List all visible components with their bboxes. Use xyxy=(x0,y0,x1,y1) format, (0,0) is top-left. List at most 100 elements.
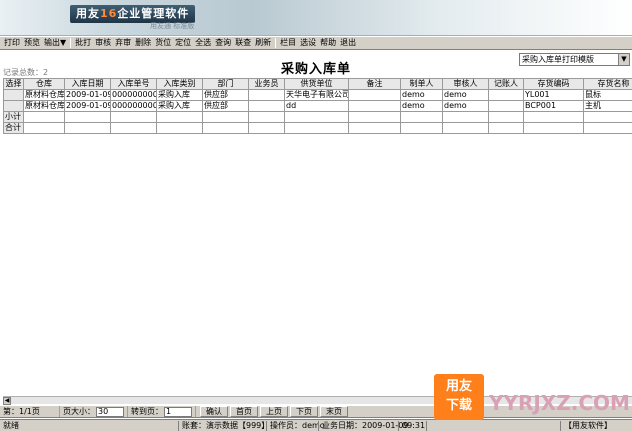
cell-supplier: dd xyxy=(284,100,349,112)
toolbar-locate[interactable]: 定位 xyxy=(173,37,193,49)
cell-date: 2009-01-09 xyxy=(64,100,111,112)
column-header-date[interactable]: 入库日期 xyxy=(64,78,111,90)
column-header-receipt-type[interactable]: 入库类别 xyxy=(156,78,203,90)
toolbar-columns[interactable]: 栏目 xyxy=(278,37,298,49)
column-header-item-code[interactable]: 存货编码 xyxy=(523,78,584,90)
cell-department: 供应部 xyxy=(202,100,249,112)
toolbar-location[interactable]: 货位 xyxy=(153,37,173,49)
column-header-receipt-no[interactable]: 入库单号 xyxy=(110,78,157,90)
confirm-button[interactable]: 确认 xyxy=(200,406,228,417)
toolbar-select-all[interactable]: 全选 xyxy=(193,37,213,49)
row-select-cell[interactable] xyxy=(3,100,24,112)
toolbar: 打印 预览 输出▼ 批打 审核 弃审 删除 货位 定位 全选 查询 联查 刷新 … xyxy=(0,37,632,50)
cell-salesperson xyxy=(248,100,285,112)
last-page-button[interactable]: 末页 xyxy=(320,406,348,417)
first-page-button[interactable]: 首页 xyxy=(230,406,258,417)
column-header-approver[interactable]: 审核人 xyxy=(442,78,489,90)
toolbar-export[interactable]: 输出▼ xyxy=(42,37,68,49)
subtotal-label: 小计 xyxy=(3,111,24,123)
status-time: 09:31 xyxy=(398,420,426,431)
table-row[interactable]: 原材料仓库 2009-01-09 0000000002 采购入库 供应部 dd … xyxy=(3,100,632,112)
page-title: 采购入库单 xyxy=(280,62,351,77)
table-row[interactable]: 原材料仓库 2009-01-09 0000000001 采购入库 供应部 天华电… xyxy=(3,89,632,101)
cell-item-code: BCP001 xyxy=(523,100,584,112)
toolbar-settings[interactable]: 选设 xyxy=(298,37,318,49)
horizontal-scrollbar[interactable]: ◀ xyxy=(3,396,632,405)
pager-bar: 第：1/1页 页大小： 转到页： 确认 首页 上页 下页 末页 xyxy=(0,405,632,418)
cell-date: 2009-01-09 xyxy=(64,89,111,101)
cell-salesperson xyxy=(248,89,285,101)
cell-creator: demo xyxy=(400,89,443,101)
toolbar-help[interactable]: 帮助 xyxy=(318,37,338,49)
status-bar: 就绪 账套：演示数据【999】 操作员：demo 业务日期：2009-01-09… xyxy=(0,419,632,431)
toolbar-unapprove[interactable]: 弃审 xyxy=(113,37,133,49)
column-header-remarks[interactable]: 备注 xyxy=(348,78,401,90)
toolbar-query[interactable]: 查询 xyxy=(213,37,233,49)
cell-remarks xyxy=(348,89,401,101)
goto-page-input[interactable] xyxy=(164,406,192,417)
cell-receipt-type: 采购入库 xyxy=(156,89,203,101)
toolbar-refresh[interactable]: 刷新 xyxy=(253,37,273,49)
cell-warehouse: 原材料仓库 xyxy=(23,100,65,112)
toolbar-linked-query[interactable]: 联查 xyxy=(233,37,253,49)
toolbar-print[interactable]: 打印 xyxy=(2,37,22,49)
toolbar-batch-print[interactable]: 批打 xyxy=(73,37,93,49)
pager-buttons: 确认 首页 上页 下页 末页 xyxy=(196,406,352,417)
status-ready: 就绪 xyxy=(3,420,19,430)
grid-header-row: 选择 仓库 入库日期 入库单号 入库类别 部门 业务员 供货单位 备注 制单人 … xyxy=(3,78,632,90)
cell-warehouse: 原材料仓库 xyxy=(23,89,65,101)
toolbar-exit[interactable]: 退出 xyxy=(338,37,358,49)
cell-creator: demo xyxy=(400,100,443,112)
cell-receipt-no: 0000000001 xyxy=(110,89,157,101)
column-header-creator[interactable]: 制单人 xyxy=(400,78,443,90)
status-account: 账套：演示数据【999】 xyxy=(178,420,269,431)
prev-page-button[interactable]: 上页 xyxy=(260,406,288,417)
cell-bookkeeper xyxy=(488,100,524,112)
page-info: 第：1/1页 xyxy=(0,406,60,417)
data-grid[interactable]: 选择 仓库 入库日期 入库单号 入库类别 部门 业务员 供货单位 备注 制单人 … xyxy=(3,78,632,396)
goto-page-label: 转到页： xyxy=(131,407,163,416)
cell-item-name: 鼠标 xyxy=(583,89,632,101)
cell-receipt-no: 0000000002 xyxy=(110,100,157,112)
column-header-select[interactable]: 选择 xyxy=(3,78,24,90)
logo-number: 16 xyxy=(100,7,118,20)
cell-bookkeeper xyxy=(488,89,524,101)
column-header-item-name[interactable]: 存货名称 xyxy=(583,78,632,90)
cell-remarks xyxy=(348,100,401,112)
column-header-warehouse[interactable]: 仓库 xyxy=(23,78,65,90)
status-operator: 操作员：demo xyxy=(266,420,325,431)
cell-item-name: 主机 xyxy=(583,100,632,112)
logo-text-a: 用友 xyxy=(76,7,100,20)
column-header-salesperson[interactable]: 业务员 xyxy=(248,78,285,90)
scroll-left-icon[interactable]: ◀ xyxy=(3,397,11,405)
toolbar-separator xyxy=(275,38,277,48)
column-header-department[interactable]: 部门 xyxy=(202,78,249,90)
logo-text-b: 企业管理软件 xyxy=(117,7,190,20)
column-header-bookkeeper[interactable]: 记账人 xyxy=(488,78,524,90)
total-label: 合计 xyxy=(3,122,24,134)
page-size-label: 页大小： xyxy=(63,407,95,416)
toolbar-approve[interactable]: 审核 xyxy=(93,37,113,49)
status-business-date: 业务日期：2009-01-09 xyxy=(318,420,409,431)
page-size-input[interactable] xyxy=(96,406,124,417)
cell-supplier: 天华电子有限公司 xyxy=(284,89,349,101)
goto-page-group: 转到页： xyxy=(128,406,196,417)
cell-approver: demo xyxy=(442,89,489,101)
toolbar-delete[interactable]: 删除 xyxy=(133,37,153,49)
total-row: 合计 xyxy=(3,122,632,134)
page-size-group: 页大小： xyxy=(60,406,128,417)
banner-subtitle: 用友通 标准版 xyxy=(150,22,195,30)
cell-department: 供应部 xyxy=(202,89,249,101)
cell-receipt-type: 采购入库 xyxy=(156,100,203,112)
row-select-cell[interactable] xyxy=(3,89,24,101)
app-banner: 用友16企业管理软件 用友通 标准版 xyxy=(0,0,632,36)
grid-table: 选择 仓库 入库日期 入库单号 入库类别 部门 业务员 供货单位 备注 制单人 … xyxy=(3,78,632,134)
subtotal-row: 小计 xyxy=(3,111,632,123)
column-header-supplier[interactable]: 供货单位 xyxy=(284,78,349,90)
cell-item-code: YL001 xyxy=(523,89,584,101)
cell-approver: demo xyxy=(442,100,489,112)
toolbar-preview[interactable]: 预览 xyxy=(22,37,42,49)
toolbar-separator xyxy=(70,38,72,48)
next-page-button[interactable]: 下页 xyxy=(290,406,318,417)
status-product: 【用友软件】 xyxy=(560,420,632,431)
